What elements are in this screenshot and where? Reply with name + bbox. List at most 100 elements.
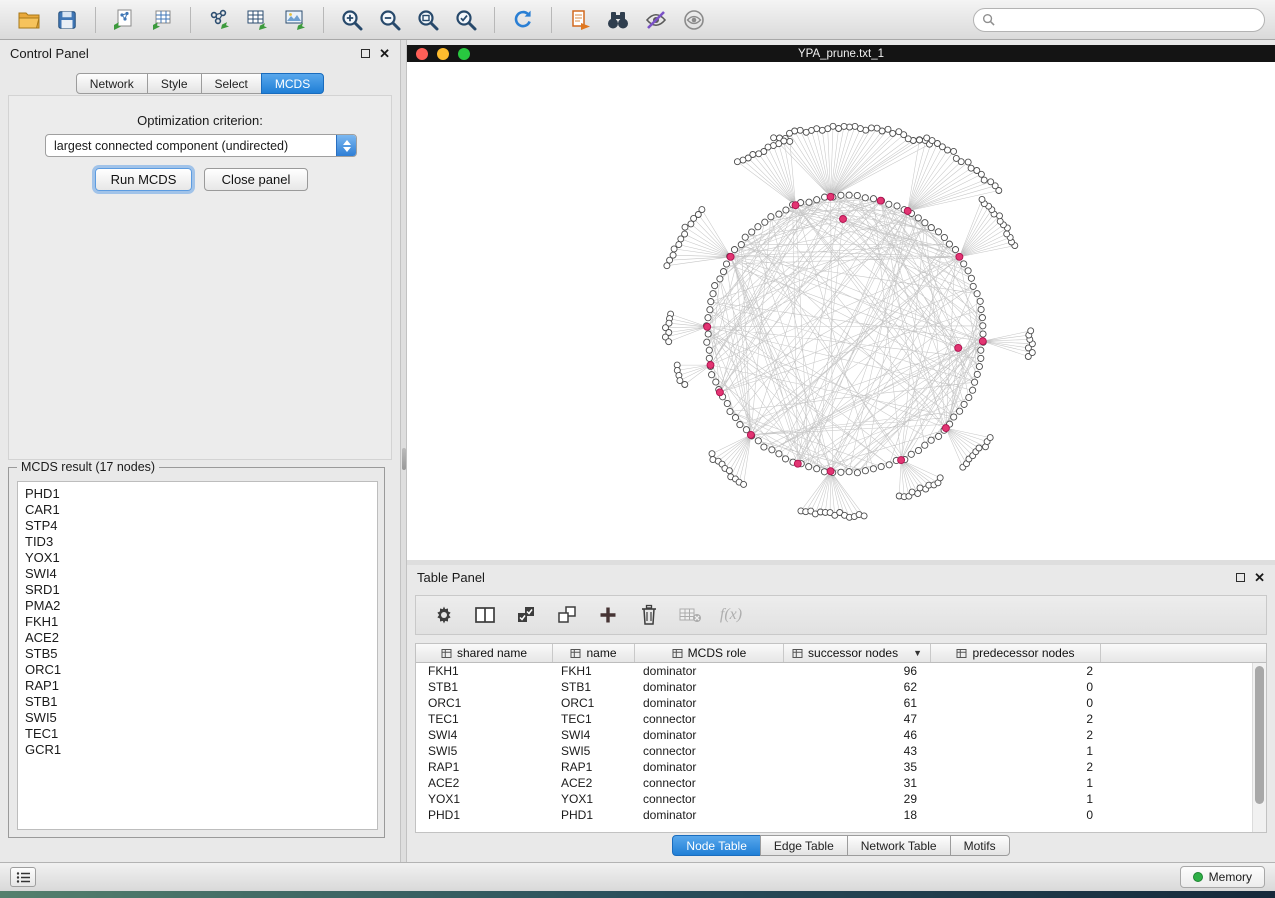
table-cell[interactable]: 0 [931,807,1101,823]
network-node[interactable] [705,331,711,337]
delete-column-button[interactable] [637,603,661,627]
scrollbar-thumb[interactable] [1255,666,1264,804]
network-node[interactable] [787,138,793,144]
network-node[interactable] [742,234,748,240]
table-cell[interactable]: ACE2 [553,775,635,791]
mcds-node[interactable] [716,389,723,396]
network-node[interactable] [909,489,915,495]
table-cell[interactable]: 0 [931,679,1101,695]
table-cell[interactable]: 2 [931,759,1101,775]
network-node[interactable] [915,447,921,453]
network-node[interactable] [979,315,985,321]
network-node[interactable] [706,355,712,361]
network-node[interactable] [846,469,852,475]
network-canvas[interactable] [407,62,1275,560]
column-header-successor-nodes[interactable]: successor nodes ▼ [784,644,931,662]
table-cell[interactable]: 0 [931,695,1101,711]
table-cell[interactable]: STB1 [416,679,553,695]
network-node[interactable] [838,192,844,198]
show-columns-button[interactable] [473,603,497,627]
network-node[interactable] [928,225,934,231]
column-header-mcds-role[interactable]: MCDS role [635,644,784,662]
table-row[interactable]: YOX1YOX1connector291 [416,791,1266,807]
mcds-result-item[interactable]: ACE2 [18,630,377,646]
network-node[interactable] [966,394,972,400]
network-node[interactable] [946,241,952,247]
mcds-node[interactable] [942,425,949,432]
network-node[interactable] [814,197,820,203]
network-node[interactable] [862,468,868,474]
network-node[interactable] [936,433,942,439]
network-node[interactable] [915,215,921,221]
table-cell[interactable]: RAP1 [553,759,635,775]
network-node[interactable] [922,220,928,226]
tab-select[interactable]: Select [201,73,262,94]
table-scrollbar[interactable] [1252,663,1266,832]
mcds-result-item[interactable]: GCR1 [18,742,377,758]
network-node[interactable] [706,347,712,353]
table-cell[interactable]: SWI4 [553,727,635,743]
network-node[interactable] [970,387,976,393]
network-node[interactable] [756,151,762,157]
run-mcds-button[interactable]: Run MCDS [95,168,192,191]
table-row[interactable]: PHD1PHD1dominator180 [416,807,1266,823]
tab-mcds[interactable]: MCDS [261,73,324,94]
table-cell[interactable]: connector [635,791,784,807]
mcds-node[interactable] [955,344,962,351]
mcds-result-item[interactable]: RAP1 [18,678,377,694]
network-node[interactable] [847,124,853,130]
network-node[interactable] [740,157,746,163]
table-cell[interactable]: YOX1 [416,791,553,807]
mcds-result-item[interactable]: PMA2 [18,598,377,614]
network-node[interactable] [917,137,923,143]
zoom-out-button[interactable] [371,4,409,36]
network-node[interactable] [1028,328,1034,334]
network-node[interactable] [854,192,860,198]
network-node[interactable] [741,481,747,487]
tab-network-table[interactable]: Network Table [847,835,951,856]
network-node[interactable] [978,306,984,312]
add-column-button[interactable] [596,603,620,627]
network-node[interactable] [749,229,755,235]
network-node[interactable] [915,491,921,497]
network-node[interactable] [712,283,718,289]
column-header-predecessor-nodes[interactable]: predecessor nodes [931,644,1101,662]
network-node[interactable] [988,179,994,185]
network-node[interactable] [678,236,684,242]
mcds-result-item[interactable]: STB1 [18,694,377,710]
tab-network[interactable]: Network [76,73,148,94]
network-node[interactable] [664,263,670,269]
network-node[interactable] [952,247,958,253]
network-node[interactable] [797,127,803,133]
network-node[interactable] [968,165,974,171]
close-panel-icon[interactable]: ✕ [379,47,390,60]
mcds-result-item[interactable]: PHD1 [18,486,377,502]
network-node[interactable] [961,261,967,267]
network-node[interactable] [787,130,793,136]
tab-motifs[interactable]: Motifs [950,835,1010,856]
table-cell[interactable]: dominator [635,679,784,695]
mcds-result-item[interactable]: SWI5 [18,710,377,726]
network-node[interactable] [708,299,714,305]
vertical-splitter[interactable] [400,40,407,862]
table-cell[interactable]: ACE2 [416,775,553,791]
column-header-name[interactable]: name [553,644,635,662]
table-cell[interactable]: SWI5 [553,743,635,759]
mcds-node[interactable] [877,197,884,204]
minimize-window-icon[interactable] [437,48,449,60]
table-row[interactable]: RAP1RAP1dominator352 [416,759,1266,775]
network-node[interactable] [953,155,959,161]
mcds-node[interactable] [727,253,734,260]
select-all-button[interactable] [514,603,538,627]
export-image-button[interactable] [276,4,314,36]
network-node[interactable] [870,196,876,202]
mcds-node[interactable] [904,208,911,215]
network-node[interactable] [886,462,892,468]
network-node[interactable] [819,127,825,133]
network-node[interactable] [755,438,761,444]
network-node[interactable] [852,123,858,129]
network-node[interactable] [667,257,673,263]
table-cell[interactable]: STB1 [553,679,635,695]
network-node[interactable] [814,466,820,472]
zoom-in-button[interactable] [333,4,371,36]
